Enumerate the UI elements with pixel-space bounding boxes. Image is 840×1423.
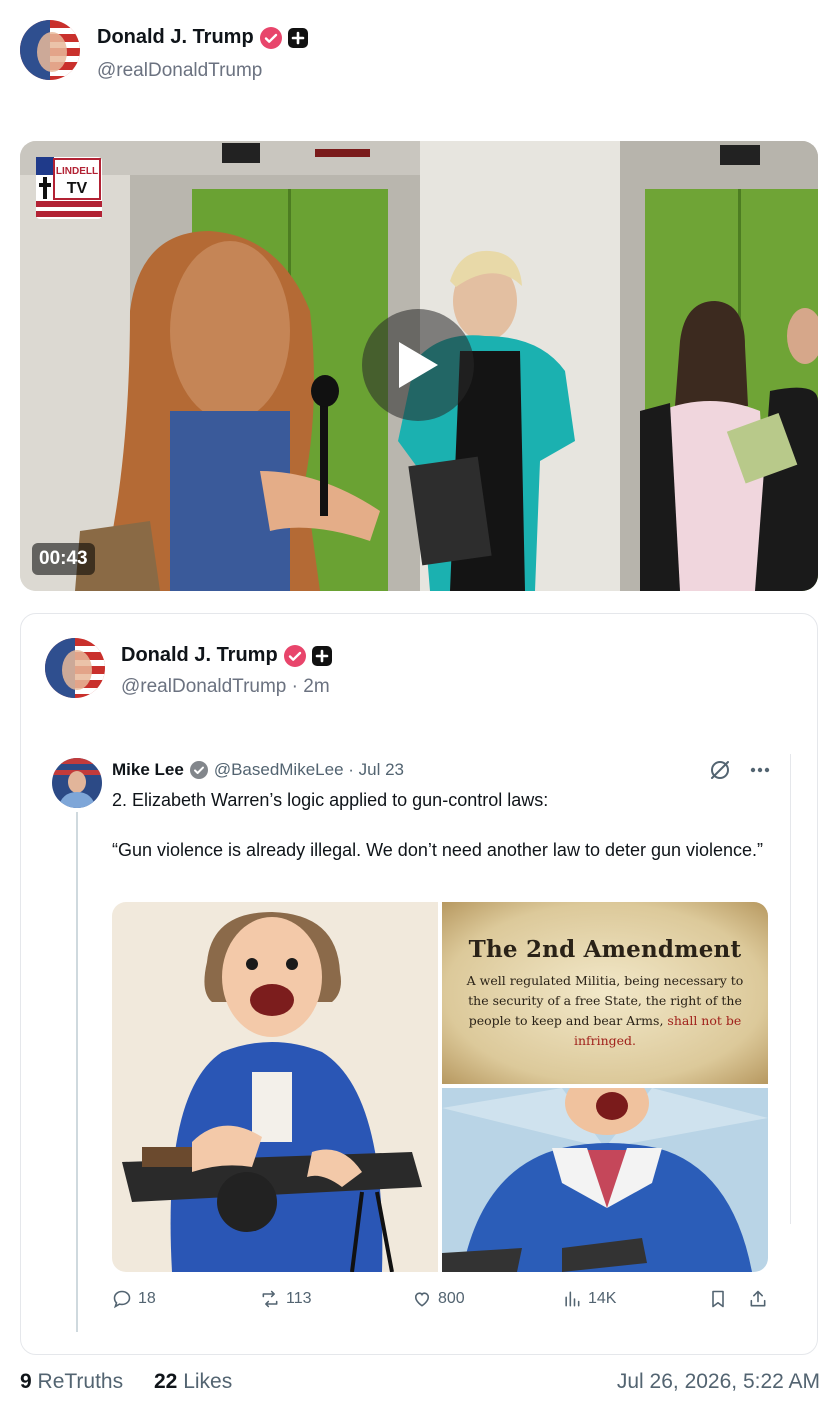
tweet-author-name[interactable]: Mike Lee	[112, 760, 184, 780]
more-options-icon[interactable]	[750, 767, 770, 773]
repost-count: 113	[286, 1290, 312, 1307]
divider	[790, 754, 791, 1224]
retruth-author-handle[interactable]: @realDonaldTrump · 2m	[121, 676, 330, 698]
heart-icon	[414, 1292, 430, 1307]
video-duration: 00:43	[32, 543, 95, 575]
verified-badge-icon	[189, 761, 208, 779]
reply-icon	[113, 1290, 131, 1309]
retruths-count: 9	[20, 1370, 32, 1393]
bookmark-icon	[712, 1290, 724, 1308]
post-header: Donald J. Trump @realDonaldTrump	[20, 20, 820, 84]
tweet-text-quote: “Gun violence is already illegal. We don…	[112, 840, 764, 860]
retruths-link[interactable]: 9 ReTruths	[20, 1370, 123, 1394]
tweet-author-handle[interactable]: @BasedMikeLee · Jul 23	[214, 760, 404, 780]
tweet-author-avatar[interactable]	[52, 758, 102, 808]
svg-text:LINDELL: LINDELL	[56, 166, 98, 177]
likes-link[interactable]: 22 Likes	[154, 1370, 232, 1394]
plus-badge-icon	[287, 27, 308, 48]
thread-line	[76, 812, 78, 1332]
like-stat[interactable]: 800	[412, 1289, 465, 1309]
retruth-author-avatar[interactable]	[45, 638, 105, 698]
tweet-stats-bar: 18 113 800 14K	[112, 1284, 772, 1314]
reply-stat[interactable]: 18	[112, 1289, 156, 1309]
post-timestamp[interactable]: Jul 26, 2026, 5:22 AM	[617, 1370, 820, 1394]
views-stat[interactable]: 14K	[562, 1289, 616, 1309]
likes-count: 22	[154, 1370, 178, 1393]
share-button[interactable]	[748, 1289, 768, 1309]
author-avatar[interactable]	[20, 20, 80, 80]
play-button[interactable]	[362, 309, 474, 421]
lindell-tv-logo: LINDELL TV	[36, 157, 102, 219]
retruth-author-name[interactable]: Donald J. Trump	[121, 644, 278, 667]
plus-badge-icon	[311, 645, 332, 666]
amendment-text: The 2nd Amendment A well regulated Milit…	[442, 902, 768, 1084]
grok-icon[interactable]	[708, 758, 732, 782]
cartoon-image[interactable]	[112, 902, 438, 1272]
verified-badge-icon	[259, 26, 282, 49]
repost-stat[interactable]: 113	[260, 1289, 312, 1309]
repost-icon	[262, 1290, 278, 1308]
tweet-text-line: 2. Elizabeth Warren’s logic applied to g…	[112, 790, 549, 810]
video-player[interactable]: LINDELL TV 00:43	[20, 141, 818, 591]
likes-label: Likes	[183, 1370, 233, 1393]
svg-text:TV: TV	[67, 180, 88, 197]
author-name[interactable]: Donald J. Trump	[97, 26, 254, 49]
amendment-body: A well regulated Militia, being necessar…	[460, 971, 750, 1051]
tweet-media-grid[interactable]: The 2nd Amendment A well regulated Milit…	[112, 902, 768, 1272]
verified-badge-icon	[283, 644, 306, 667]
like-count: 800	[438, 1290, 465, 1307]
views-count: 14K	[588, 1290, 617, 1307]
cartoon-image[interactable]	[442, 1088, 768, 1272]
embedded-tweet[interactable]: Mike Lee @BasedMikeLee · Jul 23 2. Eliza…	[52, 754, 792, 1334]
retruths-label: ReTruths	[37, 1370, 124, 1393]
share-icon	[750, 1290, 766, 1307]
play-icon	[399, 342, 438, 388]
author-handle[interactable]: @realDonaldTrump	[97, 60, 262, 82]
views-icon	[565, 1291, 580, 1307]
reply-count: 18	[138, 1290, 156, 1307]
bookmark-button[interactable]	[708, 1289, 728, 1309]
tweet-text: 2. Elizabeth Warren’s logic applied to g…	[112, 788, 772, 888]
post-footer: 9 ReTruths 22 Likes Jul 26, 2026, 5:22 A…	[20, 1370, 820, 1402]
quoted-post-card[interactable]: Donald J. Trump @realDonaldTrump · 2m Mi…	[20, 613, 818, 1355]
amendment-title: The 2nd Amendment	[468, 935, 742, 963]
